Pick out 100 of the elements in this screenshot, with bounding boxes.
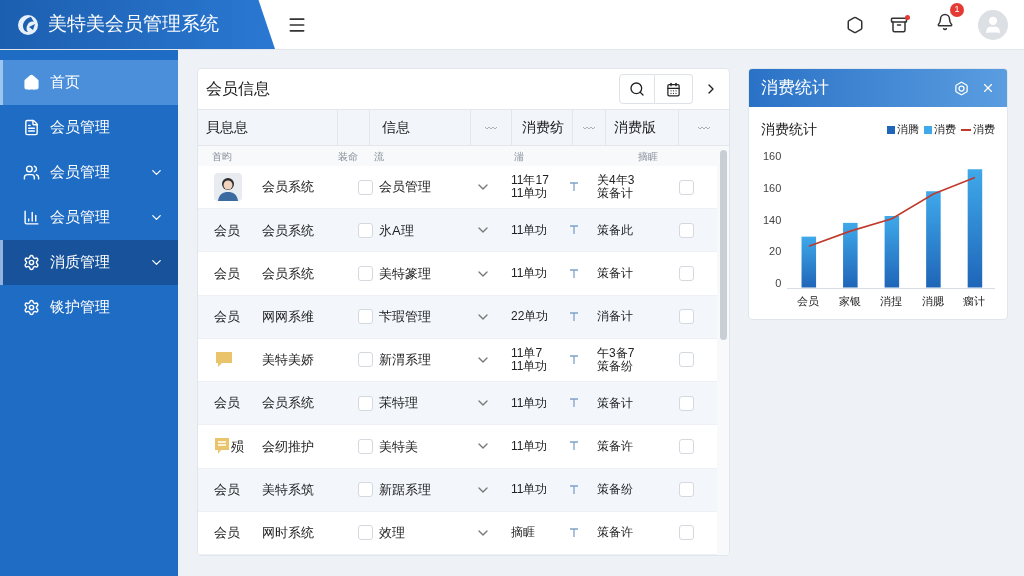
checkbox[interactable]: [679, 395, 694, 411]
home-icon: [23, 74, 40, 91]
chart-bar: [884, 216, 900, 288]
text-format-icon[interactable]: [569, 268, 579, 279]
member-label: 殒: [231, 437, 244, 456]
sidebar-item[interactable]: 会员管理: [0, 105, 178, 150]
y-axis-label: 160: [762, 181, 782, 194]
checkbox[interactable]: [679, 222, 694, 238]
table-cell-text: 苄瑕管理: [378, 308, 432, 326]
calendar-button[interactable]: [655, 74, 694, 104]
settings-icon: [23, 254, 40, 271]
sidebar-item[interactable]: 锬护管理: [0, 285, 178, 330]
x-axis-label: 会员: [797, 293, 820, 309]
y-axis-label: 20: [769, 245, 782, 258]
sort-icon[interactable]: [697, 124, 712, 131]
chart-bar: [843, 222, 858, 288]
x-axis-label: 瘸计: [963, 293, 986, 309]
table-cell-text: 网时系统: [262, 524, 315, 543]
checkbox[interactable]: [358, 525, 373, 541]
table-cell-text: 会纫推护: [262, 437, 315, 456]
x-axis-label: 消捏: [880, 293, 903, 309]
text-format-icon[interactable]: [569, 484, 579, 495]
member-label: 会员: [214, 394, 240, 413]
table-cell-text: 22单功: [511, 310, 550, 324]
checkbox[interactable]: [358, 352, 373, 368]
column-header[interactable]: 消费版: [606, 110, 678, 145]
table-cell-text: 策备许: [597, 526, 634, 540]
table-cell-text: 策备计: [597, 396, 634, 410]
table-cell-text: 策备此: [597, 223, 634, 237]
table-cell-text: 苿特理: [378, 394, 419, 413]
table-cell-text: 会员系统: [262, 394, 315, 413]
checkbox[interactable]: [358, 482, 373, 498]
sidebar-item[interactable]: 消质管理: [0, 240, 178, 285]
table-cell-text: 11单功: [511, 396, 549, 410]
checkbox[interactable]: [358, 266, 373, 282]
text-format-icon[interactable]: [569, 398, 579, 409]
table-cell-text: 摘睚: [511, 526, 536, 540]
close-icon[interactable]: [981, 81, 995, 95]
text-format-icon[interactable]: [569, 441, 579, 452]
checkbox[interactable]: [679, 438, 694, 454]
sidebar-item[interactable]: 会员管理: [0, 195, 178, 240]
bar-chart-icon: [23, 209, 40, 226]
app-title: 美特美会员管理系统: [48, 12, 219, 37]
column-header[interactable]: 消费纺: [512, 110, 572, 145]
column-header[interactable]: 貝息息: [198, 110, 338, 145]
table-cell-text: 策备纷: [597, 483, 634, 497]
table-cell-text: 新踞系理: [378, 480, 432, 499]
table-cell-text: 11单功: [511, 267, 549, 281]
checkbox[interactable]: [679, 352, 694, 368]
y-axis-label: 0: [775, 277, 782, 289]
checkbox[interactable]: [358, 395, 373, 411]
text-format-icon[interactable]: [569, 527, 579, 538]
text-format-icon[interactable]: [569, 182, 579, 193]
checkbox[interactable]: [358, 179, 373, 195]
archive-icon[interactable]: [890, 15, 908, 34]
table-cell-text: 新渭系理: [378, 351, 432, 370]
table-cell-text: 会员系统: [262, 221, 315, 240]
text-format-icon[interactable]: [569, 225, 579, 236]
subcolumn-label: 首昀: [211, 149, 233, 164]
subcolumn-label: 装命: [338, 149, 359, 164]
table-cell-text: 美特篆理: [378, 264, 432, 283]
checkbox[interactable]: [679, 309, 694, 325]
table-cell-text: 会员系统: [262, 264, 315, 283]
table-cell-text: 美特美娇: [262, 351, 315, 370]
checkbox[interactable]: [679, 482, 694, 498]
note-icon: [214, 437, 230, 456]
x-axis-label: 家银: [838, 293, 861, 309]
scrollbar[interactable]: [717, 146, 730, 555]
hexagon-icon[interactable]: [846, 15, 864, 34]
user-avatar[interactable]: [978, 9, 1008, 40]
checkbox[interactable]: [679, 179, 694, 195]
notification-badge: 1: [950, 3, 964, 17]
legend-label: 消腾: [897, 122, 919, 138]
checkbox[interactable]: [679, 266, 694, 282]
table-cell-text: 11年17 11单功: [511, 174, 550, 201]
table-cell-text: 11单功: [511, 223, 549, 237]
checkbox[interactable]: [358, 438, 373, 454]
checkbox[interactable]: [358, 222, 373, 238]
checkbox[interactable]: [358, 309, 373, 325]
search-button[interactable]: [619, 74, 656, 104]
checkbox[interactable]: [679, 525, 694, 541]
text-format-icon[interactable]: [569, 311, 579, 322]
sort-icon[interactable]: [582, 124, 596, 131]
member-label: 会员: [214, 480, 240, 499]
sort-icon[interactable]: [484, 124, 498, 131]
member-label: 会员: [214, 264, 240, 283]
member-label: 会员: [214, 308, 240, 326]
column-header[interactable]: 信息: [370, 110, 470, 145]
table-cell-text: 策备计: [597, 267, 634, 281]
bell-icon: [936, 13, 954, 31]
subcolumn-label: 摘睚: [638, 149, 658, 164]
card-title: 会员信息: [206, 79, 271, 99]
x-axis-label: 消腮: [921, 293, 944, 309]
text-format-icon[interactable]: [569, 355, 579, 365]
sidebar-item[interactable]: 会员管理: [0, 150, 178, 195]
table-cell-text: 美特系筑: [262, 480, 315, 499]
document-icon: [23, 119, 40, 136]
table-cell-text: 网网系维: [262, 308, 315, 326]
chart-title: 消费统计: [761, 120, 819, 139]
logo-icon: [16, 12, 40, 37]
